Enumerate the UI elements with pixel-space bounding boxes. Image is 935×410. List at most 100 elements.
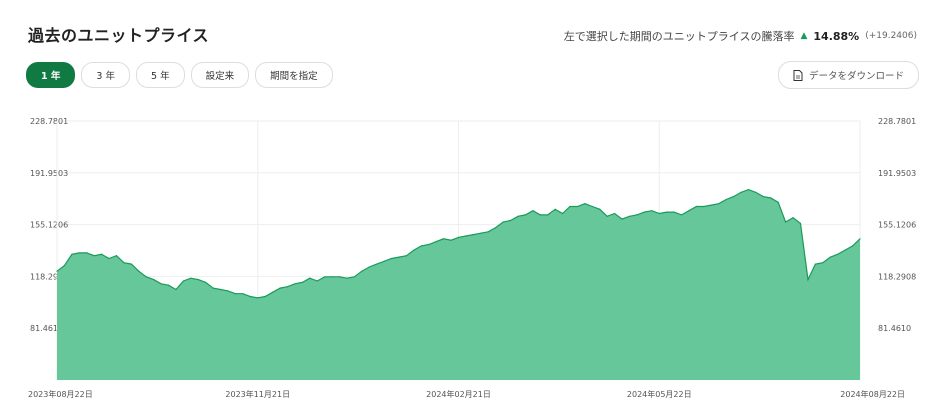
data-point xyxy=(614,212,616,215)
data-point xyxy=(747,189,750,191)
data-point xyxy=(234,293,236,295)
data-point xyxy=(495,227,497,229)
data-point xyxy=(517,215,519,217)
data-point xyxy=(628,215,631,217)
data-point xyxy=(101,253,103,255)
data-point xyxy=(123,262,125,264)
x-tick-label: 2024年08月22日 xyxy=(840,389,905,399)
data-point xyxy=(591,205,593,208)
data-point xyxy=(257,297,259,299)
y-tick-label-right: 81.4610 xyxy=(878,324,911,333)
data-point xyxy=(480,232,482,234)
data-point xyxy=(777,201,779,203)
data-point xyxy=(175,288,177,291)
x-tick-label: 2024年05月22日 xyxy=(627,389,692,399)
data-point xyxy=(279,287,281,289)
data-point xyxy=(78,252,80,254)
data-point xyxy=(829,256,831,258)
data-point xyxy=(636,214,638,216)
data-point xyxy=(673,211,675,213)
data-point xyxy=(153,279,155,281)
data-point xyxy=(472,234,474,236)
data-point xyxy=(167,284,170,286)
data-point xyxy=(405,255,408,257)
unit-price-chart: 228.7801 228.7801 191.9503 191.9503 155.1206… xyxy=(28,117,916,399)
data-point xyxy=(160,283,162,285)
data-point xyxy=(93,255,95,257)
y-tick-label-left: 228.7801 xyxy=(30,117,68,126)
data-point xyxy=(205,281,207,283)
data-point xyxy=(599,208,601,210)
y-tick-label-right: 118.2908 xyxy=(878,272,916,281)
data-point xyxy=(346,277,348,279)
data-point xyxy=(286,286,289,288)
data-point xyxy=(666,211,668,213)
y-tick-label-right: 228.7801 xyxy=(878,117,916,126)
data-point xyxy=(695,205,698,208)
data-point xyxy=(807,279,809,281)
data-point xyxy=(324,276,326,278)
data-point xyxy=(391,257,393,260)
data-point xyxy=(576,205,579,208)
data-point xyxy=(733,196,735,198)
data-point xyxy=(681,214,683,216)
x-tick-label: 2024年02月21日 xyxy=(426,389,491,399)
data-point xyxy=(383,260,385,262)
data-point xyxy=(428,243,430,246)
data-point xyxy=(658,212,660,215)
data-point xyxy=(770,197,772,199)
data-point xyxy=(643,211,646,213)
data-point xyxy=(212,287,214,289)
data-point xyxy=(420,245,422,247)
data-point xyxy=(785,221,787,223)
data-point xyxy=(361,270,363,272)
data-point xyxy=(792,217,794,219)
data-point xyxy=(316,280,318,282)
data-point xyxy=(376,263,378,265)
data-point xyxy=(435,241,437,243)
data-point xyxy=(309,277,311,279)
data-point xyxy=(524,214,527,216)
data-point xyxy=(56,270,58,272)
x-tick-label: 2023年08月22日 xyxy=(28,389,93,399)
data-point xyxy=(86,252,88,254)
data-point xyxy=(651,210,653,212)
data-point xyxy=(539,214,541,216)
data-point xyxy=(621,218,623,220)
data-point xyxy=(606,215,608,217)
data-point xyxy=(547,214,549,216)
data-point xyxy=(814,263,817,265)
data-point xyxy=(487,231,489,233)
y-tick-label-left: 191.9503 xyxy=(30,169,68,178)
data-point xyxy=(532,210,534,212)
data-point xyxy=(368,266,370,268)
data-point xyxy=(138,270,140,272)
data-point xyxy=(740,191,742,193)
data-point xyxy=(272,291,274,293)
data-point xyxy=(338,276,341,278)
y-tick-label-right: 155.1206 xyxy=(878,221,916,230)
data-point xyxy=(465,235,467,237)
data-point xyxy=(71,253,73,255)
data-point xyxy=(710,204,712,206)
data-point xyxy=(190,277,192,279)
data-point xyxy=(852,245,854,247)
data-point xyxy=(63,265,65,267)
data-point xyxy=(859,238,861,240)
data-point xyxy=(844,249,846,251)
data-point xyxy=(249,295,251,298)
data-point xyxy=(584,203,586,205)
data-point xyxy=(145,276,147,278)
data-point xyxy=(502,221,504,223)
data-point xyxy=(799,222,802,224)
data-point xyxy=(755,191,757,193)
y-tick-label-left: 155.1206 xyxy=(30,221,68,230)
data-point xyxy=(108,257,110,260)
data-point xyxy=(688,210,690,212)
data-point xyxy=(331,276,333,278)
data-point xyxy=(450,239,452,241)
data-point xyxy=(220,288,222,291)
data-point xyxy=(443,238,445,240)
data-point xyxy=(725,198,727,201)
data-point xyxy=(264,295,266,298)
